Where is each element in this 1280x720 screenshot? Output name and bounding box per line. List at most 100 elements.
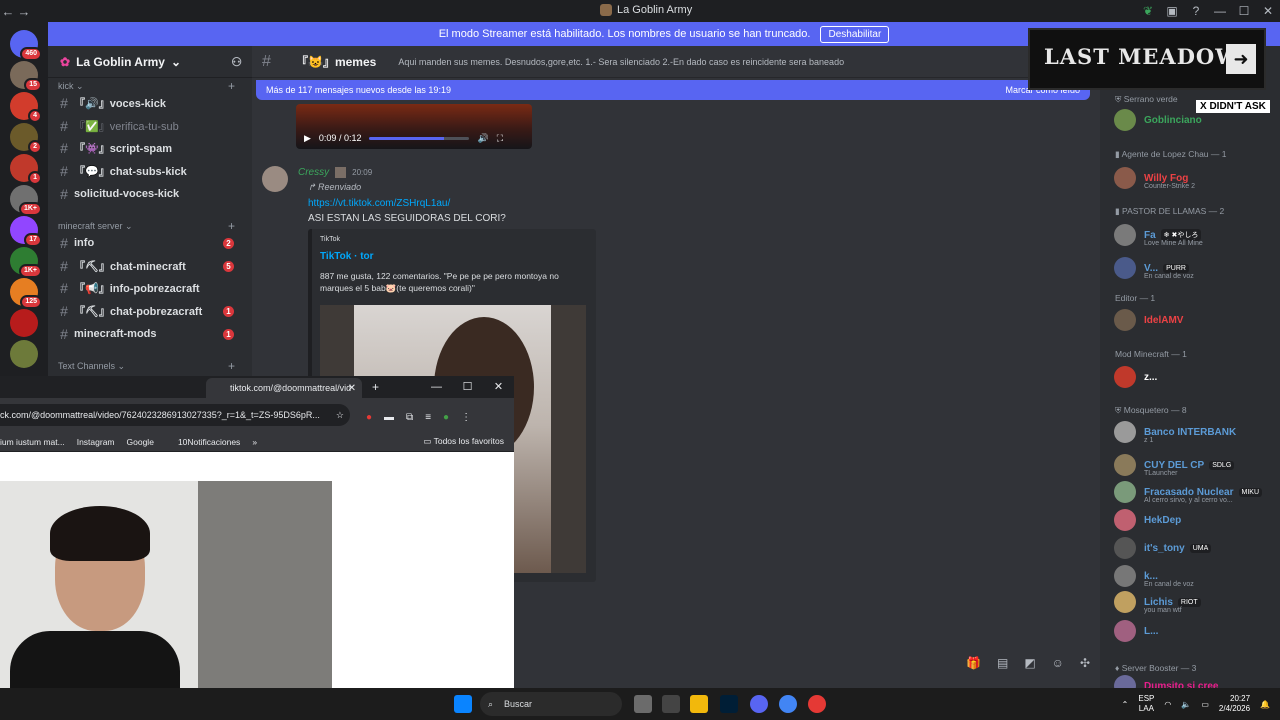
- fullscreen-icon[interactable]: ⛶: [497, 133, 503, 144]
- channel-item[interactable]: # 『💬』chat-subs-kick: [54, 161, 244, 181]
- close-icon[interactable]: ✕: [1256, 4, 1280, 18]
- photoshop-icon[interactable]: [720, 695, 738, 713]
- channel-item[interactable]: # info 2: [54, 233, 244, 253]
- gift-icon[interactable]: 🎁: [966, 656, 981, 670]
- channel-item[interactable]: # 『🔊』voces-kick: [54, 93, 244, 113]
- server-icon[interactable]: 460: [10, 30, 42, 61]
- member-item[interactable]: it's_tony UMA: [1114, 536, 1274, 560]
- notifications-icon[interactable]: 🔔: [1260, 700, 1270, 709]
- video-progress-bar[interactable]: [369, 136, 470, 140]
- server-icon[interactable]: [10, 309, 38, 337]
- member-item[interactable]: Banco INTERBANK z 1: [1114, 420, 1274, 444]
- add-channel-icon[interactable]: +: [228, 219, 235, 233]
- sticker-icon[interactable]: ◩: [1024, 656, 1035, 670]
- category-kick[interactable]: kick ⌄ +: [58, 79, 235, 93]
- chevron-up-icon[interactable]: ⌃: [1122, 700, 1129, 709]
- channel-item[interactable]: # 『⛏』chat-pobrezacraft 1: [54, 301, 244, 321]
- channel-item[interactable]: # 『📢』info-pobrezacraft: [54, 278, 244, 298]
- member-item[interactable]: L...: [1114, 619, 1274, 643]
- channel-item[interactable]: # minecraft-mods 1: [54, 324, 244, 344]
- file-explorer-icon[interactable]: [690, 695, 708, 713]
- member-item[interactable]: IdelAMV: [1114, 308, 1274, 332]
- member-item[interactable]: Willy Fog Counter-Strike 2: [1114, 166, 1274, 190]
- server-icon[interactable]: 15: [10, 61, 42, 92]
- server-icon[interactable]: 1K+: [10, 185, 42, 216]
- member-item[interactable]: Lichis RIOT you man wtf: [1114, 590, 1274, 614]
- author-name[interactable]: Cressy: [298, 167, 329, 178]
- volume-icon[interactable]: 🔊: [477, 133, 488, 144]
- gif-icon[interactable]: ▤: [997, 656, 1008, 670]
- extension-icon[interactable]: ▬: [384, 412, 394, 423]
- emoji-icon[interactable]: ☺: [1052, 656, 1064, 670]
- app-icon[interactable]: [808, 695, 826, 713]
- inbox-icon[interactable]: ▣: [1160, 4, 1184, 18]
- member-item[interactable]: CUY DEL CP SDLG TLauncher: [1114, 453, 1274, 477]
- all-bookmarks[interactable]: ▭ Todos los favoritos: [423, 436, 504, 447]
- minimize-icon[interactable]: —: [421, 376, 452, 398]
- video-player[interactable]: ▶ 0:09 / 0:12 🔊 ⛶: [296, 104, 532, 149]
- server-icon[interactable]: 125: [10, 278, 42, 309]
- channel-item[interactable]: # solicitud-voces-kick: [54, 184, 244, 204]
- chrome-icon[interactable]: [779, 695, 797, 713]
- add-channel-icon[interactable]: +: [228, 79, 235, 93]
- member-item[interactable]: V... PURR En canal de voz: [1114, 256, 1274, 280]
- close-icon[interactable]: ✕: [483, 376, 514, 398]
- leaf-icon[interactable]: ❦: [1136, 4, 1160, 18]
- browser-tab[interactable]: tiktok.com/@doommattreal/vid ✕: [206, 378, 362, 398]
- more-bookmarks-icon[interactable]: »: [252, 437, 257, 447]
- star-icon[interactable]: ☆: [336, 404, 344, 426]
- message-author[interactable]: Cressy 20:09: [298, 167, 372, 178]
- bookmark-item[interactable]: 10Notificaciones: [178, 437, 240, 447]
- profile-icon[interactable]: ●: [443, 412, 449, 423]
- add-channel-icon[interactable]: +: [228, 359, 235, 373]
- member-item[interactable]: z...: [1114, 365, 1274, 389]
- maximize-icon[interactable]: ☐: [1232, 4, 1256, 18]
- server-icon[interactable]: 1: [10, 154, 42, 185]
- new-messages-bar[interactable]: Más de 117 mensajes nuevos desde las 19:…: [256, 80, 1090, 100]
- help-icon[interactable]: ?: [1184, 4, 1208, 18]
- maximize-icon[interactable]: ☐: [452, 376, 483, 398]
- message-link[interactable]: https://vt.tiktok.com/ZSHrqL1au/: [308, 198, 450, 209]
- app-icon[interactable]: [662, 695, 680, 713]
- server-icon[interactable]: 1K+: [10, 247, 42, 278]
- channel-item[interactable]: # 『⛏』chat-minecraft 5: [54, 256, 244, 276]
- new-tab-icon[interactable]: +: [372, 380, 379, 394]
- extension-icon[interactable]: ●: [366, 412, 372, 423]
- bookmark-item[interactable]: Instagram: [77, 437, 115, 447]
- wifi-icon[interactable]: ◠: [1164, 700, 1171, 709]
- member-item[interactable]: Fracasado Nuclear MIKU Al cerro sirvo, y a…: [1114, 480, 1274, 504]
- clock[interactable]: 20:27 2/4/2026: [1219, 694, 1250, 714]
- channel-item[interactable]: # 『👾』script-spam: [54, 138, 244, 158]
- server-icon[interactable]: 2: [10, 123, 42, 154]
- server-icon[interactable]: 4: [10, 92, 42, 123]
- member-item[interactable]: HekDep: [1114, 508, 1274, 532]
- discord-icon[interactable]: [750, 695, 768, 713]
- taskbar-search[interactable]: ⌕ Buscar: [480, 692, 622, 716]
- back-arrow-icon[interactable]: ←: [0, 4, 16, 19]
- reading-list-icon[interactable]: ≡: [425, 412, 431, 423]
- embed-title[interactable]: TikTok · tor: [320, 251, 374, 262]
- server-icon[interactable]: 17: [10, 216, 42, 247]
- avatar[interactable]: [262, 166, 288, 192]
- battery-icon[interactable]: ▭: [1201, 700, 1209, 709]
- channel-topic[interactable]: Aqui manden sus memes. Desnudos,gore,etc…: [398, 57, 844, 67]
- guild-header[interactable]: ✿ La Goblin Army ⌄ ⚇: [48, 46, 252, 78]
- task-view-icon[interactable]: [634, 695, 652, 713]
- windows-start-icon[interactable]: [454, 695, 472, 713]
- disable-streamer-button[interactable]: Deshabilitar: [820, 25, 890, 43]
- member-item[interactable]: Fa ❄ ✖やしろ Love Mine All Mine: [1114, 223, 1274, 247]
- category-text-channels[interactable]: Text Channels ⌄ +: [58, 359, 235, 373]
- play-icon[interactable]: ▶: [304, 133, 311, 144]
- bookmark-item[interactable]: ium iustum mat...: [0, 437, 65, 447]
- menu-icon[interactable]: ⋮: [461, 412, 471, 423]
- member-item[interactable]: k... En canal de voz: [1114, 564, 1274, 588]
- minimize-icon[interactable]: —: [1208, 4, 1232, 18]
- channel-item[interactable]: # 『✅』verifica-tu-sub: [54, 116, 244, 136]
- address-bar[interactable]: ck.com/@doommattreal/video/7624023286913…: [0, 404, 350, 426]
- invite-icon[interactable]: ⚇: [231, 55, 242, 69]
- category-minecraft[interactable]: minecraft server ⌄ +: [58, 219, 235, 233]
- server-icon[interactable]: [10, 340, 38, 368]
- extensions-puzzle-icon[interactable]: ⧉: [406, 412, 413, 423]
- apps-icon[interactable]: ✣: [1080, 656, 1090, 670]
- bookmark-item[interactable]: Google: [127, 437, 154, 447]
